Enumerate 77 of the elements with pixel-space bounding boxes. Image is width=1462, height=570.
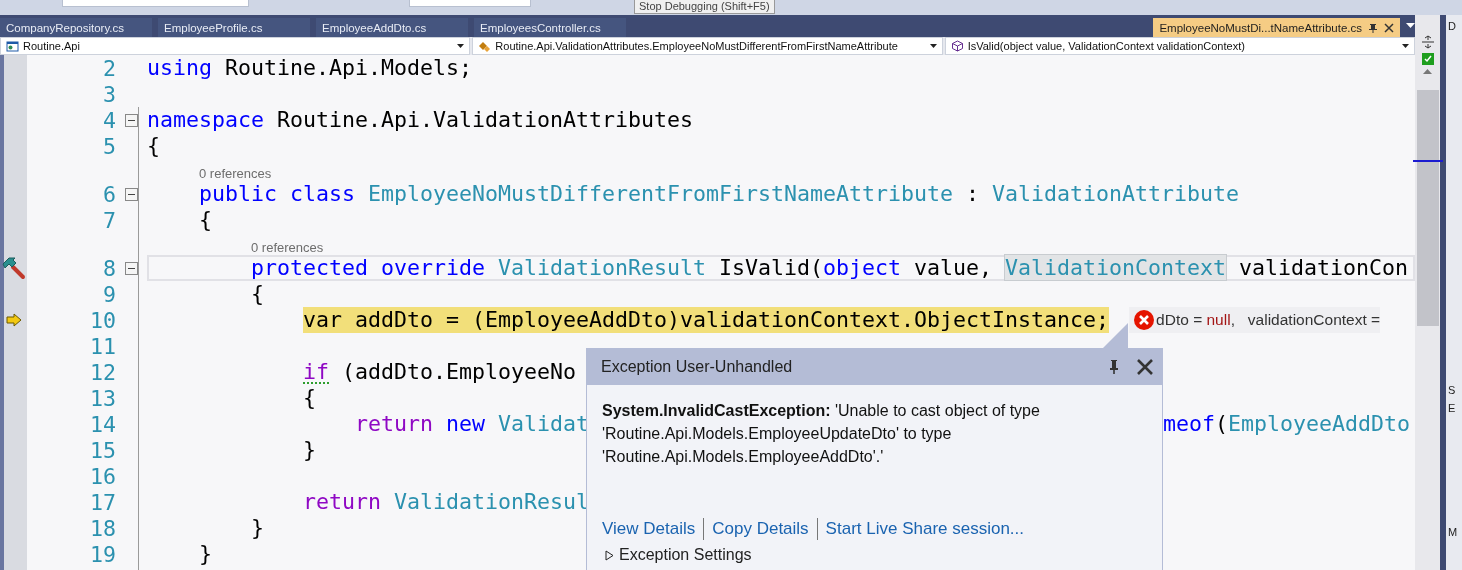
panel-label[interactable]: M — [1446, 526, 1458, 538]
line-number: 14 — [89, 411, 116, 437]
navigation-dropdown[interactable]: Routine.Api — [0, 37, 471, 55]
line-number: 18 — [89, 515, 116, 541]
line-number: 16 — [89, 463, 116, 489]
file-tab[interactable]: CompanyRepository.cs — [0, 18, 152, 37]
navigation-dropdown[interactable]: IsValid(object value, ValidationContext validationContext) — [944, 37, 1415, 55]
exception-settings-toggle[interactable]: Exception Settings — [605, 546, 752, 564]
hammer-icon[interactable] — [0, 256, 27, 280]
file-tab[interactable]: EmployeeNoMustDi...tNameAttribute.cs — [1153, 18, 1400, 37]
line-number: 8 — [102, 255, 116, 281]
close-icon[interactable] — [1384, 22, 1394, 33]
line-number: 9 — [102, 281, 116, 307]
panel-label[interactable]: E — [1446, 402, 1456, 414]
popup-title: Exception User-Unhandled — [601, 358, 794, 376]
data-tip[interactable]: dDto = null, validationContext = — [1129, 307, 1381, 333]
line-number: 7 — [102, 207, 116, 233]
method-icon — [950, 39, 964, 53]
file-tab[interactable]: EmployeesController.cs — [474, 18, 626, 37]
pin-icon[interactable] — [1108, 359, 1120, 375]
code-text: namespace Routine.Api.ValidationAttributes — [147, 107, 694, 133]
scrollbar[interactable] — [1415, 15, 1440, 570]
panel-label[interactable]: S — [1446, 384, 1456, 396]
line-number: 15 — [89, 437, 116, 463]
project-icon — [6, 39, 19, 53]
code-text: } — [303, 437, 317, 463]
line-number: 4 — [102, 107, 116, 133]
close-icon[interactable] — [1136, 358, 1154, 376]
code-text: { — [251, 281, 265, 307]
pin-icon[interactable] — [1368, 22, 1378, 33]
caret-icon[interactable] — [1406, 23, 1415, 29]
popup-link[interactable]: Copy Details — [712, 519, 809, 539]
code-text: return new Validat — [355, 411, 590, 437]
line-number: 10 — [89, 307, 116, 333]
line-number: 3 — [102, 81, 116, 107]
code-text: { — [147, 133, 160, 159]
line-number: 17 — [89, 489, 116, 515]
caret-marker — [1412, 160, 1443, 162]
code-lens[interactable]: 0 references — [251, 240, 324, 255]
code-text: var addDto = (EmployeeAddDto)validationContext.ObjectInstance; — [303, 307, 1110, 333]
code-text: { — [199, 207, 213, 233]
collapse-icon[interactable] — [125, 261, 138, 275]
caret-icon — [457, 44, 465, 48]
class-icon — [478, 39, 492, 53]
popup-link[interactable]: Start Live Share session... — [825, 519, 1025, 539]
line-number: 19 — [89, 541, 116, 567]
code-text: } — [251, 515, 265, 541]
code-text: public class EmployeeNoMustDifferentFromFirstNameAttribute : ValidationAttribute — [199, 181, 1240, 207]
navigation-dropdown[interactable]: Routine.Api.ValidationAttributes.EmployeeNoMustDifferentFromFirstNameAttribute — [472, 37, 943, 55]
code-text: return ValidationResul — [303, 489, 590, 515]
file-tab[interactable]: EmployeeAddDto.cs — [316, 18, 468, 37]
collapse-icon[interactable] — [125, 187, 138, 201]
code-text: if (addDto.EmployeeNo — [303, 359, 577, 385]
line-number: 13 — [89, 385, 116, 411]
line-number: 11 — [89, 333, 116, 359]
line-number: 6 — [102, 181, 116, 207]
code-text: } — [199, 541, 213, 567]
caret-icon — [929, 44, 937, 48]
split-icon[interactable] — [1420, 35, 1435, 49]
check-icon — [1421, 53, 1434, 65]
tooltip: Stop Debugging (Shift+F5) — [634, 0, 775, 14]
code-text: protected override ValidationResult IsValid(object value, ValidationContext validationCon — [251, 255, 1409, 281]
code-lens[interactable]: 0 references — [199, 166, 272, 181]
caret-icon — [1402, 44, 1409, 48]
code-text: meof(EmployeeAddDto — [1163, 411, 1411, 437]
panel-label[interactable]: D — [1446, 20, 1456, 32]
code-text: { — [303, 385, 317, 411]
line-number: 12 — [89, 359, 116, 385]
code-text: using Routine.Api.Models; — [147, 55, 473, 81]
exception-message: System.InvalidCastException: 'Unable to cast object of type 'Routine.Api.Models.EmployeeUpdateDto' to type 'Routine.Api.Models.EmployeeAddDto'.' — [602, 401, 1041, 467]
variable-values: dDto = null, validationContext = — [1156, 310, 1381, 330]
popup-link[interactable]: View Details — [602, 519, 696, 539]
up-arrow-icon[interactable] — [1423, 69, 1432, 74]
file-tab[interactable]: EmployeeProfile.cs — [158, 18, 310, 37]
line-number: 5 — [102, 133, 116, 159]
collapse-icon[interactable] — [125, 113, 138, 127]
line-number: 2 — [102, 55, 116, 81]
